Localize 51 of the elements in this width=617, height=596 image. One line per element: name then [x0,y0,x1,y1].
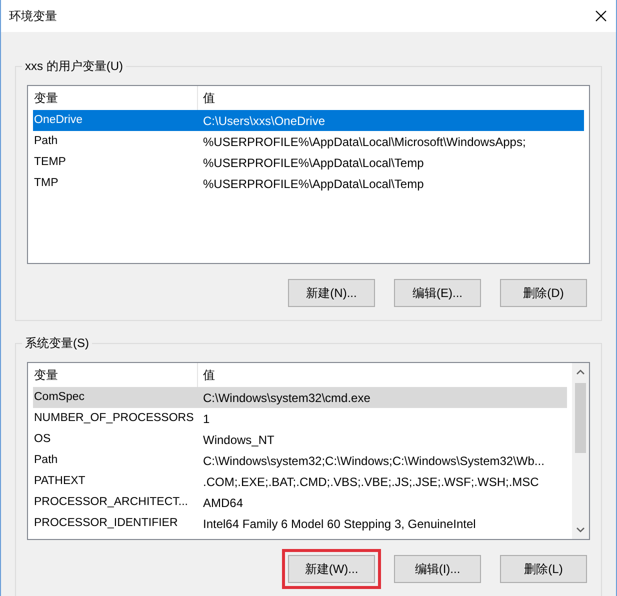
variable-name: Path [33,134,59,149]
scroll-thumb[interactable] [575,383,586,453]
scrollbar[interactable] [572,363,589,539]
variable-name: Path [33,452,59,468]
list-row[interactable]: OneDrive C:\Users\xxs\OneDrive [33,110,584,131]
list-row[interactable]: PROCESSOR_ARCHITECT... AMD64 [33,492,567,513]
variable-name: OneDrive [33,112,84,128]
variable-value: C:\Windows\system32\cmd.exe [202,390,372,406]
list-row[interactable]: PROCESSOR_IDENTIFIER Intel64 Family 6 Model 60 Stepping 3, GenuineIntel [33,513,567,534]
variable-name: TMP [33,176,60,191]
dialog-button[interactable]: 删除(D) [500,279,587,307]
variable-name: ComSpec [33,390,86,405]
dialog-button[interactable]: 编辑(E)... [394,279,481,307]
variable-value: C:\Windows\system32;C:\Windows;C:\Windows\System32\Wb... [202,452,546,470]
variable-list[interactable]: 变量 值 OneDrive C:\Users\xxs\OneDrive Path %USERPROFILE%\AppData\Local\Microsoft\WindowsApps; TEMP %USERPROFILE%\AppData\Local\Temp TMP %USERPROFILE%\AppData\Local\Temp [27,85,590,264]
variable-name: TEMP [33,154,67,170]
variable-value: Windows_NT [202,432,276,448]
window-title: 环境变量 [9,8,57,25]
variable-value: 1 [202,410,211,428]
variable-name: PATHEXT [33,474,86,489]
variable-name: OS [33,432,52,447]
group-label: 系统变量(S) [22,335,92,351]
list-row[interactable]: PATHEXT .COM;.EXE;.BAT;.CMD;.VBS;.VBE;.JS;.JSE;.WSF;.WSH;.MSC [33,471,567,492]
scroll-up-icon[interactable] [576,369,585,375]
variable-value: %USERPROFILE%\AppData\Local\Temp [202,154,425,172]
dialog-button[interactable]: 删除(L) [500,555,587,583]
variable-value: C:\Users\xxs\OneDrive [202,112,326,130]
column-header[interactable]: 值 [198,363,572,387]
scroll-down-icon[interactable] [576,527,585,533]
list-row[interactable]: ComSpec C:\Windows\system32\cmd.exe [33,387,567,408]
list-row[interactable]: Path %USERPROFILE%\AppData\Local\Microsoft\WindowsApps; [33,131,584,152]
list-row[interactable]: TEMP %USERPROFILE%\AppData\Local\Temp [33,152,584,173]
variable-value: AMD64 [202,494,244,512]
column-header[interactable]: 值 [198,86,589,110]
variable-name: NUMBER_OF_PROCESSORS [33,410,195,426]
dialog-button[interactable]: 新建(W)... [288,555,375,583]
list-row[interactable]: OS Windows_NT [33,429,567,450]
variable-value: %USERPROFILE%\AppData\Local\Microsoft\WindowsApps; [202,134,527,150]
variable-name: PROCESSOR_IDENTIFIER [33,516,179,531]
list-row[interactable]: NUMBER_OF_PROCESSORS 1 [33,408,567,429]
close-icon[interactable] [595,10,607,22]
variable-list[interactable] [27,362,590,540]
list-row[interactable]: TMP %USERPROFILE%\AppData\Local\Temp [33,173,584,194]
dialog-button[interactable]: 新建(N)... [288,279,375,307]
variable-name: PROCESSOR_ARCHITECT... [33,494,189,510]
list-row[interactable]: Path C:\Windows\system32;C:\Windows;C:\Windows\System32\Wb... [33,450,567,471]
dialog-button[interactable]: 编辑(I)... [394,555,481,583]
group-label: xxs 的用户变量(U) [22,58,126,74]
variable-value: %USERPROFILE%\AppData\Local\Temp [202,176,425,192]
variable-value: Intel64 Family 6 Model 60 Stepping 3, GenuineIntel [202,516,477,532]
variable-value: .COM;.EXE;.BAT;.CMD;.VBS;.VBE;.JS;.JSE;.WSF;.WSH;.MSC [202,474,540,490]
